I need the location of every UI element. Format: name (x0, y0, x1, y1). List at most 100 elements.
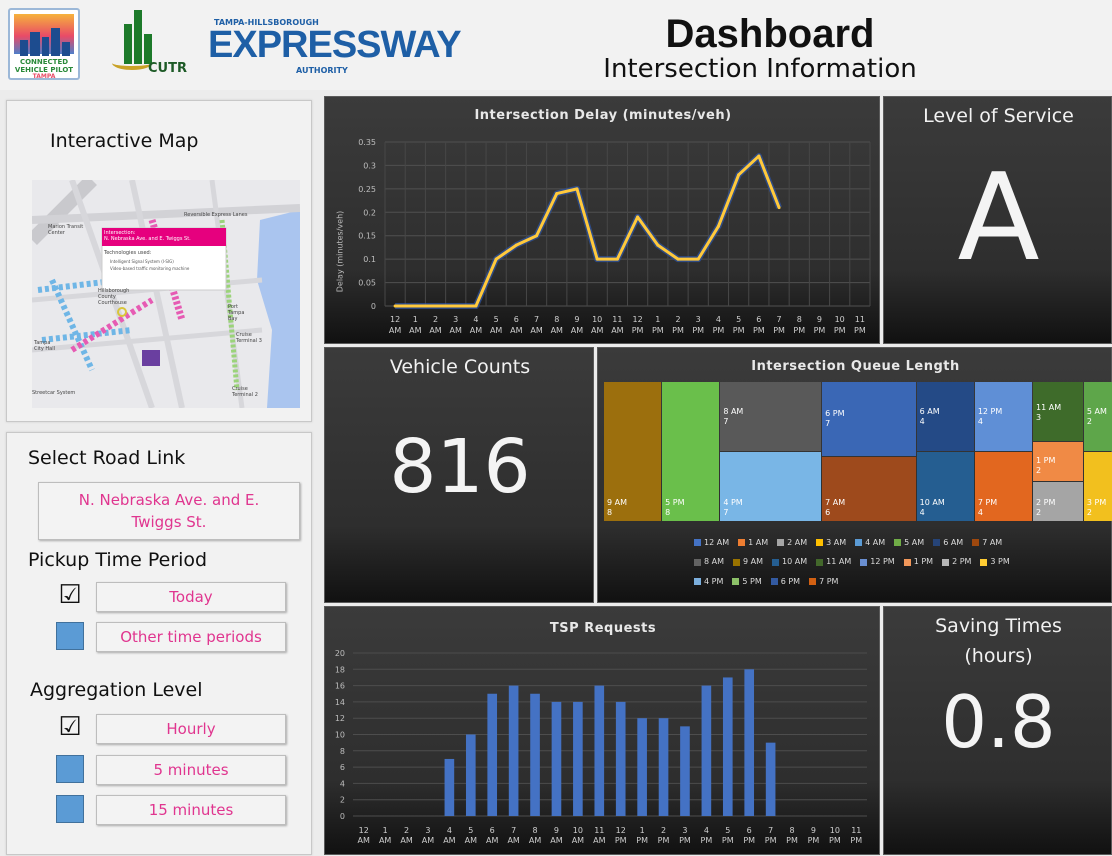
queue-legend-item: 12 AM (694, 534, 729, 552)
legend-label: 1 PM (913, 557, 934, 566)
delay-x-tick-label: 12 (390, 315, 400, 324)
delay-x-tick-label: AM (470, 326, 482, 335)
legend-swatch (777, 539, 785, 546)
tsp-y-tick-label: 16 (335, 682, 345, 691)
queue-cell-label: 10 AM 4 (920, 498, 945, 518)
delay-point (777, 206, 781, 210)
queue-legend-item: 12 PM (860, 553, 895, 571)
other-time-periods-checkbox[interactable] (56, 622, 84, 650)
queue-legend-item: 9 AM (733, 553, 763, 571)
delay-point (636, 215, 640, 219)
legend-label: 12 AM (704, 537, 730, 547)
five-minutes-option-button[interactable]: 5 minutes (96, 755, 286, 785)
five-minutes-checkbox[interactable] (56, 755, 84, 783)
intersection-delay-tile: Intersection Delay (minutes/veh) 0 0.05 0.… (324, 96, 880, 344)
delay-x-tick-label: AM (429, 326, 441, 335)
queue-cell-category: 9 AM (607, 498, 628, 507)
queue-cell-value: 3 (1036, 413, 1042, 423)
interactive-map-title: Interactive Map (50, 130, 199, 152)
tsp-y-tick-label: 8 (340, 747, 345, 756)
queue-treemap-cell: 6 PM 7 (822, 382, 916, 457)
delay-x-tick-label: PM (632, 326, 644, 335)
hourly-checkbox[interactable]: ☑ (56, 714, 84, 742)
tsp-y-tick-label: 2 (340, 796, 345, 805)
delay-x-tick-label: 8 (797, 315, 802, 324)
delay-point (676, 257, 680, 261)
queue-cell-label: 11 AM 3 (1036, 403, 1061, 423)
queue-cell-label: 9 AM 8 (607, 498, 627, 518)
queue-legend-item: 1 PM (903, 553, 934, 571)
queue-legend-item: 6 PM (770, 573, 800, 591)
tsp-y-tick-label: 0 (340, 812, 345, 821)
tsp-bar (701, 685, 712, 816)
tsp-y-tick-label: 14 (335, 698, 345, 707)
queue-cell-value: 8 (607, 508, 613, 517)
queue-legend-item: 1 AM (738, 534, 768, 552)
tsp-x-tick-label: PM (743, 836, 755, 845)
delay-x-tick-label: 6 (756, 315, 761, 324)
delay-x-tick-label: 9 (574, 315, 579, 324)
delay-y-tick-label: 0.25 (358, 185, 376, 194)
queue-cell-value: 4 (977, 416, 983, 426)
delay-point (555, 192, 559, 196)
legend-label: 10 AM (782, 557, 808, 566)
fifteen-minutes-checkbox[interactable] (56, 795, 84, 823)
fifteen-minutes-option-button[interactable]: 15 minutes (96, 795, 286, 825)
tsp-x-tick-label: PM (722, 836, 734, 845)
tsp-x-tick-label: 11 (594, 826, 604, 835)
interactive-map[interactable]: Intersection: N. Nebraska Ave. and E. Tw… (32, 180, 300, 408)
tsp-bar (765, 742, 776, 816)
queue-cell-label: 7 AM 6 (825, 498, 845, 518)
tsp-bar (444, 758, 455, 816)
legend-swatch (809, 578, 817, 585)
delay-x-tick-label: 11 (855, 315, 865, 324)
page-title: Dashboard (665, 12, 875, 56)
queue-legend-item: 2 PM (942, 553, 971, 571)
tsp-x-tick-label: 5 (468, 826, 473, 835)
delay-x-tick-label: 11 (612, 315, 622, 324)
queue-legend-item: 10 AM (772, 553, 807, 571)
tsp-x-tick-label: 6 (490, 826, 495, 835)
tsp-x-tick-label: 12 (616, 826, 626, 835)
road-link-selector[interactable]: N. Nebraska Ave. and E. Twiggs St. (38, 482, 300, 540)
tsp-requests-tile: TSP Requests 0 2 4 6 8 10 12 14 16 18 20 12 AM 1 AM 2 AM… (324, 606, 880, 855)
tsp-x-tick-label: PM (808, 836, 820, 845)
delay-point (474, 304, 478, 308)
legend-swatch (980, 558, 988, 566)
level-of-service-title: Level of Service (923, 105, 1074, 127)
tsp-x-tick-label: 2 (404, 826, 409, 835)
legend-swatch (816, 539, 824, 546)
tsp-x-tick-label: PM (658, 836, 670, 845)
queue-treemap-cell: 11 AM 3 (1033, 382, 1083, 441)
legend-label: 4 AM (865, 537, 886, 547)
delay-x-tick-label: 10 (835, 315, 845, 324)
queue-cell-category: 5 PM (665, 498, 685, 507)
tsp-x-tick-label: 7 (511, 826, 516, 835)
tsp-bar (744, 669, 755, 816)
tsp-x-tick-label: 7 (768, 826, 773, 835)
hourly-option-button[interactable]: Hourly (96, 714, 286, 744)
queue-cell-label: 6 PM 7 (825, 409, 844, 429)
vehicle-counts-tile: Vehicle Counts 816 (324, 347, 594, 603)
other-time-periods-option-button[interactable]: Other time periods (96, 622, 286, 652)
delay-line-chart: 00.050.10.150.20.250.30.3512AM1AM2AM3AM4… (358, 138, 871, 335)
today-option-button[interactable]: Today (96, 582, 286, 612)
delay-x-tick-label: 2 (433, 315, 438, 324)
delay-point (393, 304, 397, 308)
queue-legend-item: 3 AM (816, 534, 846, 552)
today-checkbox[interactable]: ☑ (56, 582, 84, 610)
queue-legend: 12 AM 1 AM 2 AM 3 AM 4 AM 5 AM 6 AM 7 AM 8 AM 9 A… (694, 532, 1034, 591)
queue-treemap-cell: 3 PM 2 (1083, 452, 1112, 521)
legend-swatch (855, 539, 863, 546)
tsp-x-tick-label: 3 (682, 826, 687, 835)
tsp-bar (487, 693, 498, 816)
legend-swatch (933, 539, 941, 546)
map-label: Hillsborough County Courthouse (98, 288, 130, 306)
vehicle-counts-value: 816 (389, 424, 531, 510)
queue-legend-item: 5 PM (732, 573, 762, 591)
cvp-logo-text-3: TAMPA (32, 73, 56, 80)
queue-cell-label: 1 PM 2 (1036, 456, 1055, 476)
tsp-y-tick-label: 10 (335, 731, 345, 740)
delay-x-tick-label: 9 (817, 315, 822, 324)
tsp-x-tick-label: AM (486, 836, 498, 845)
